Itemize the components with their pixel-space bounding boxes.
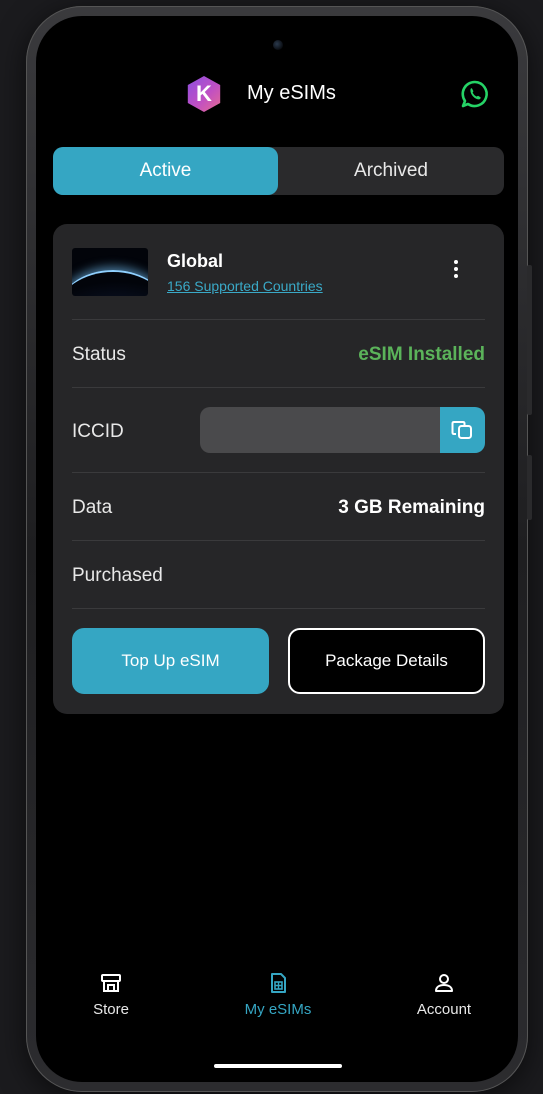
divider <box>72 540 485 541</box>
copy-icon <box>451 421 472 439</box>
home-indicator[interactable] <box>214 1064 342 1068</box>
divider <box>72 608 485 609</box>
nav-label-my-esims: My eSIMs <box>244 1001 312 1018</box>
nav-label-store: Store <box>93 1001 129 1018</box>
front-camera <box>273 40 283 50</box>
copy-button[interactable] <box>440 407 485 453</box>
status-label: Status <box>72 344 126 365</box>
tab-active[interactable]: Active <box>53 147 278 195</box>
data-remaining-value: 3 GB Remaining <box>338 497 485 518</box>
package-details-button[interactable]: Package Details <box>288 628 485 694</box>
esim-card-header: Global 156 Supported Countries <box>72 248 485 298</box>
page-title: My eSIMs <box>247 82 336 104</box>
status-value: eSIM Installed <box>358 344 485 365</box>
app-header: K My eSIMs <box>36 76 518 112</box>
bottom-nav: Store My eSIMs Account <box>36 971 518 1041</box>
tab-bar: Active Archived <box>53 147 504 195</box>
more-vertical-icon[interactable] <box>452 260 460 284</box>
app-logo: K <box>187 76 221 112</box>
app-screen: K My eSIMs Active Archived Global 156 Su… <box>36 16 518 1082</box>
iccid-label: ICCID <box>72 421 124 442</box>
store-icon <box>101 974 121 992</box>
esim-card: Global 156 Supported Countries Status eS… <box>53 224 504 714</box>
iccid-field <box>200 407 440 453</box>
person-icon <box>435 974 453 992</box>
divider <box>72 319 485 320</box>
divider <box>72 472 485 473</box>
power-button <box>527 455 532 520</box>
globe-image <box>72 248 148 296</box>
whatsapp-icon[interactable] <box>460 79 490 109</box>
nav-item-store[interactable]: Store <box>56 971 166 1018</box>
plan-name: Global <box>167 251 224 271</box>
nav-label-account: Account <box>416 1001 472 1018</box>
sim-card-icon <box>271 973 286 993</box>
tab-archived[interactable]: Archived <box>278 147 504 195</box>
supported-countries-link[interactable]: 156 Supported Countries <box>167 278 323 294</box>
divider <box>72 387 485 388</box>
volume-button <box>527 265 532 415</box>
purchased-label: Purchased <box>72 565 163 586</box>
nav-item-my-esims[interactable]: My eSIMs <box>223 971 333 1018</box>
top-up-button[interactable]: Top Up eSIM <box>72 628 269 694</box>
nav-item-account[interactable]: Account <box>389 971 499 1018</box>
data-label: Data <box>72 497 113 518</box>
